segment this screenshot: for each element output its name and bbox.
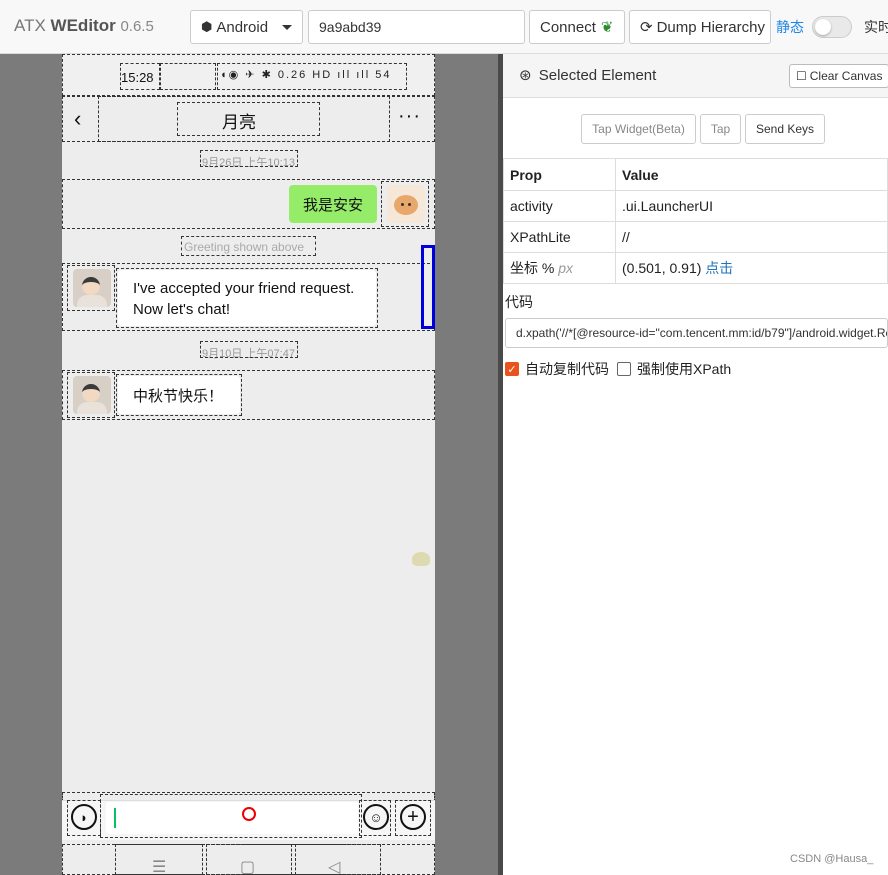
value-cell: .ui.LauncherUI bbox=[615, 190, 888, 222]
coord-unit[interactable]: px bbox=[558, 260, 573, 276]
value-cell: (0.501, 0.91) 点击 bbox=[615, 252, 888, 284]
node-outline bbox=[395, 800, 431, 836]
node-outline bbox=[120, 63, 160, 90]
clear-canvas-label: Clear Canvas bbox=[809, 69, 883, 83]
table-row: activity .ui.LauncherUI bbox=[503, 190, 888, 222]
my-message-bubble[interactable]: 我是安安 bbox=[289, 185, 377, 223]
node-outline bbox=[200, 341, 298, 358]
auto-copy-label: 自动复制代码 bbox=[525, 361, 609, 377]
dump-label: Dump Hierarchy bbox=[656, 18, 765, 36]
platform-label: Android bbox=[216, 18, 269, 36]
caret-down-icon bbox=[282, 25, 292, 30]
coord-label: 坐标 % bbox=[510, 260, 555, 276]
clear-canvas-button[interactable]: ☐ Clear Canvas bbox=[789, 64, 888, 88]
refresh-icon: ⟳ bbox=[640, 19, 653, 36]
brand: ATX WEditor 0.6.5 bbox=[14, 16, 154, 36]
inspector-panel: ⊛ Selected Element ☐ Clear Canvas Tap Wi… bbox=[503, 54, 888, 875]
inspector-title: ⊛ Selected Element bbox=[519, 66, 656, 84]
node-outline bbox=[181, 236, 316, 256]
coord-click-link[interactable]: 点击 bbox=[705, 260, 733, 276]
node-outline bbox=[62, 179, 435, 229]
inspector-header: ⊛ Selected Element ☐ Clear Canvas bbox=[503, 54, 888, 98]
force-xpath-label: 强制使用XPath bbox=[637, 361, 732, 377]
node-outline bbox=[160, 63, 216, 90]
prop-cell: 坐标 % px bbox=[503, 252, 616, 284]
tap-point-marker bbox=[242, 807, 256, 821]
version: 0.6.5 bbox=[120, 18, 154, 35]
target-icon: ⊛ bbox=[519, 67, 532, 84]
connect-button[interactable]: Connect ❦ bbox=[529, 10, 625, 44]
live-mode-toggle[interactable] bbox=[812, 16, 852, 38]
node-outline bbox=[381, 181, 429, 227]
navbar: ATX WEditor 0.6.5 ⬢ Android 9a9abd39 Con… bbox=[0, 0, 888, 54]
node-outline bbox=[67, 372, 115, 418]
send-keys-button[interactable]: Send Keys bbox=[745, 114, 825, 144]
brand-name: WEditor bbox=[50, 16, 116, 35]
code-label: 代码 bbox=[505, 294, 533, 310]
platform-select[interactable]: ⬢ Android bbox=[190, 10, 303, 44]
watermark: CSDN @Hausa_ bbox=[790, 853, 874, 865]
connect-label: Connect bbox=[540, 18, 596, 36]
node-outline bbox=[116, 268, 378, 328]
auto-copy-checkbox[interactable]: ✓ bbox=[505, 362, 519, 376]
device-screen[interactable]: 15:28 ◖◉ ✈ ✱ 0.26 HD ıll ıll 54 ‹ 月亮 ···… bbox=[62, 54, 435, 875]
floating-ball-icon[interactable] bbox=[412, 552, 430, 566]
device-serial-input[interactable]: 9a9abd39 bbox=[308, 10, 525, 44]
mode-static-label: 静态 bbox=[776, 19, 804, 35]
mode-live-label: 实时 bbox=[864, 19, 888, 35]
dump-hierarchy-button[interactable]: ⟳ Dump Hierarchy bbox=[629, 10, 771, 44]
inspector-title-text: Selected Element bbox=[538, 67, 657, 84]
nav-back-icon[interactable]: ◁ bbox=[328, 857, 340, 875]
brand-prefix: ATX bbox=[14, 16, 46, 35]
table-row: 坐标 % px (0.501, 0.91) 点击 bbox=[503, 252, 888, 284]
square-icon: ☐ bbox=[796, 69, 807, 83]
node-outline bbox=[359, 800, 391, 836]
code-output[interactable]: d.xpath('//*[@resource-id="com.tencent.m… bbox=[505, 318, 888, 348]
nav-menu-icon[interactable]: ☰ bbox=[152, 857, 166, 875]
android-icon: ⬢ bbox=[201, 19, 213, 34]
selected-element-box bbox=[421, 245, 435, 329]
force-xpath-checkbox[interactable] bbox=[617, 362, 631, 376]
table-row: XPathLite // bbox=[503, 221, 888, 253]
node-outline bbox=[217, 63, 407, 90]
node-outline bbox=[116, 374, 242, 416]
node-outline bbox=[100, 794, 362, 838]
node-outline bbox=[177, 102, 320, 136]
toggle-knob bbox=[815, 19, 831, 35]
col-value: Value bbox=[615, 158, 888, 191]
table-header-row: Prop Value bbox=[503, 158, 888, 191]
node-outline bbox=[67, 265, 115, 311]
properties-table: Prop Value activity .ui.LauncherUI XPath… bbox=[503, 158, 888, 284]
coord-value: (0.501, 0.91) bbox=[622, 260, 702, 276]
prop-cell: activity bbox=[503, 190, 616, 222]
node-outline bbox=[200, 150, 298, 167]
value-cell: // bbox=[615, 221, 888, 253]
nav-home-icon[interactable]: ▢ bbox=[240, 857, 255, 875]
col-prop: Prop bbox=[503, 158, 616, 191]
prop-cell: XPathLite bbox=[503, 221, 616, 253]
options-row: ✓ 自动复制代码 强制使用XPath bbox=[505, 359, 731, 379]
node-outline bbox=[67, 800, 101, 836]
leaf-icon: ❦ bbox=[600, 19, 614, 36]
tap-button[interactable]: Tap bbox=[700, 114, 741, 144]
tap-widget-button[interactable]: Tap Widget(Beta) bbox=[581, 114, 696, 144]
